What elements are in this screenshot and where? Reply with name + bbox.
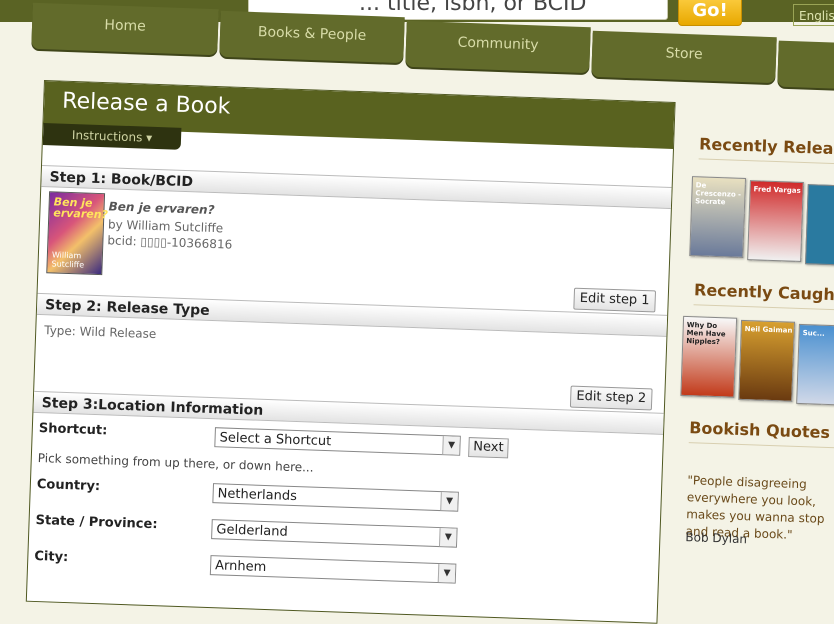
book-author: by William Sutcliffe — [107, 217, 224, 236]
step3-header: Step 3:Location Information — [33, 390, 664, 435]
state-select-value: Gelderland — [216, 522, 288, 540]
released-book-thumb[interactable]: Fred Vargas — [747, 180, 804, 262]
shortcut-label: Shortcut: — [38, 421, 108, 439]
thumb-label: Fred Vargas — [753, 185, 801, 195]
released-book-thumb[interactable]: De Crescenzo - Socrate — [689, 176, 747, 258]
release-type: Type: Wild Release — [44, 323, 157, 342]
book-bcid: bcid: ▯▯▯▯-10366816 — [107, 233, 233, 252]
caught-book-thumb[interactable]: Why Do Men Have Nipples? — [680, 315, 738, 398]
chevron-down-icon: ▼ — [442, 436, 460, 455]
city-label: City: — [34, 548, 69, 566]
state-select[interactable]: Gelderland ▼ — [211, 519, 458, 548]
tab-home[interactable]: Home — [31, 2, 219, 56]
caught-book-thumb[interactable]: Neil Gaiman — [738, 319, 796, 402]
country-label: Country: — [36, 477, 101, 495]
city-select-value: Arnhem — [214, 558, 267, 576]
city-select[interactable]: Arnhem ▼ — [209, 555, 457, 584]
quote-author: Bob Dylan — [685, 530, 748, 547]
next-button[interactable]: Next — [468, 437, 509, 459]
caught-book-thumb[interactable]: Suc... — [796, 323, 834, 406]
instructions-toggle[interactable]: Instructions ▾ — [42, 123, 182, 150]
country-select[interactable]: Netherlands ▼ — [212, 483, 459, 512]
shortcut-select-value: Select a Shortcut — [219, 430, 332, 450]
recently-released-heading: Recently Released — [698, 134, 834, 160]
tab-community[interactable]: Community — [405, 20, 591, 74]
bookish-quotes-heading: Bookish Quotes — [688, 418, 831, 443]
book-cover-image[interactable]: Ben je ervaren? William Sutcliffe — [46, 191, 109, 276]
thumb-label: Neil Gaiman — [744, 325, 793, 335]
divider — [693, 304, 834, 312]
location-hint: Pick something from up there, or down he… — [37, 451, 314, 475]
released-book-thumb[interactable] — [805, 184, 834, 266]
tab-books-people[interactable]: Books & People — [219, 10, 405, 64]
divider — [698, 158, 834, 166]
main-nav: Home Books & People Community Store — [0, 0, 834, 90]
recently-caught-heading: Recently Caught — [693, 280, 834, 305]
tab-store[interactable]: Store — [591, 30, 777, 84]
cover-author: William Sutcliffe — [51, 250, 85, 270]
release-book-panel: Release a Book Instructions ▾ Step 1: Bo… — [25, 80, 676, 624]
thumb-label: De Crescenzo - Socrate — [695, 181, 742, 207]
cover-title: Ben je ervaren? — [53, 195, 109, 222]
chevron-down-icon: ▼ — [440, 492, 458, 511]
state-label: State / Province: — [35, 512, 158, 533]
thumb-label: Why Do Men Have Nipples? — [686, 321, 726, 347]
thumb-label: Suc... — [802, 329, 825, 338]
right-sidebar: Recently Released De Crescenzo - Socrate… — [674, 120, 834, 587]
chevron-down-icon: ▼ — [438, 528, 457, 547]
shortcut-select[interactable]: Select a Shortcut ▼ — [214, 427, 461, 456]
divider — [688, 442, 834, 450]
chevron-down-icon: ▼ — [437, 564, 456, 583]
tab-more[interactable] — [777, 40, 834, 90]
edit-step1-button[interactable]: Edit step 1 — [573, 287, 657, 313]
country-select-value: Netherlands — [217, 486, 298, 505]
edit-step2-button[interactable]: Edit step 2 — [569, 385, 653, 411]
book-title[interactable]: Ben je ervaren? — [108, 199, 214, 217]
